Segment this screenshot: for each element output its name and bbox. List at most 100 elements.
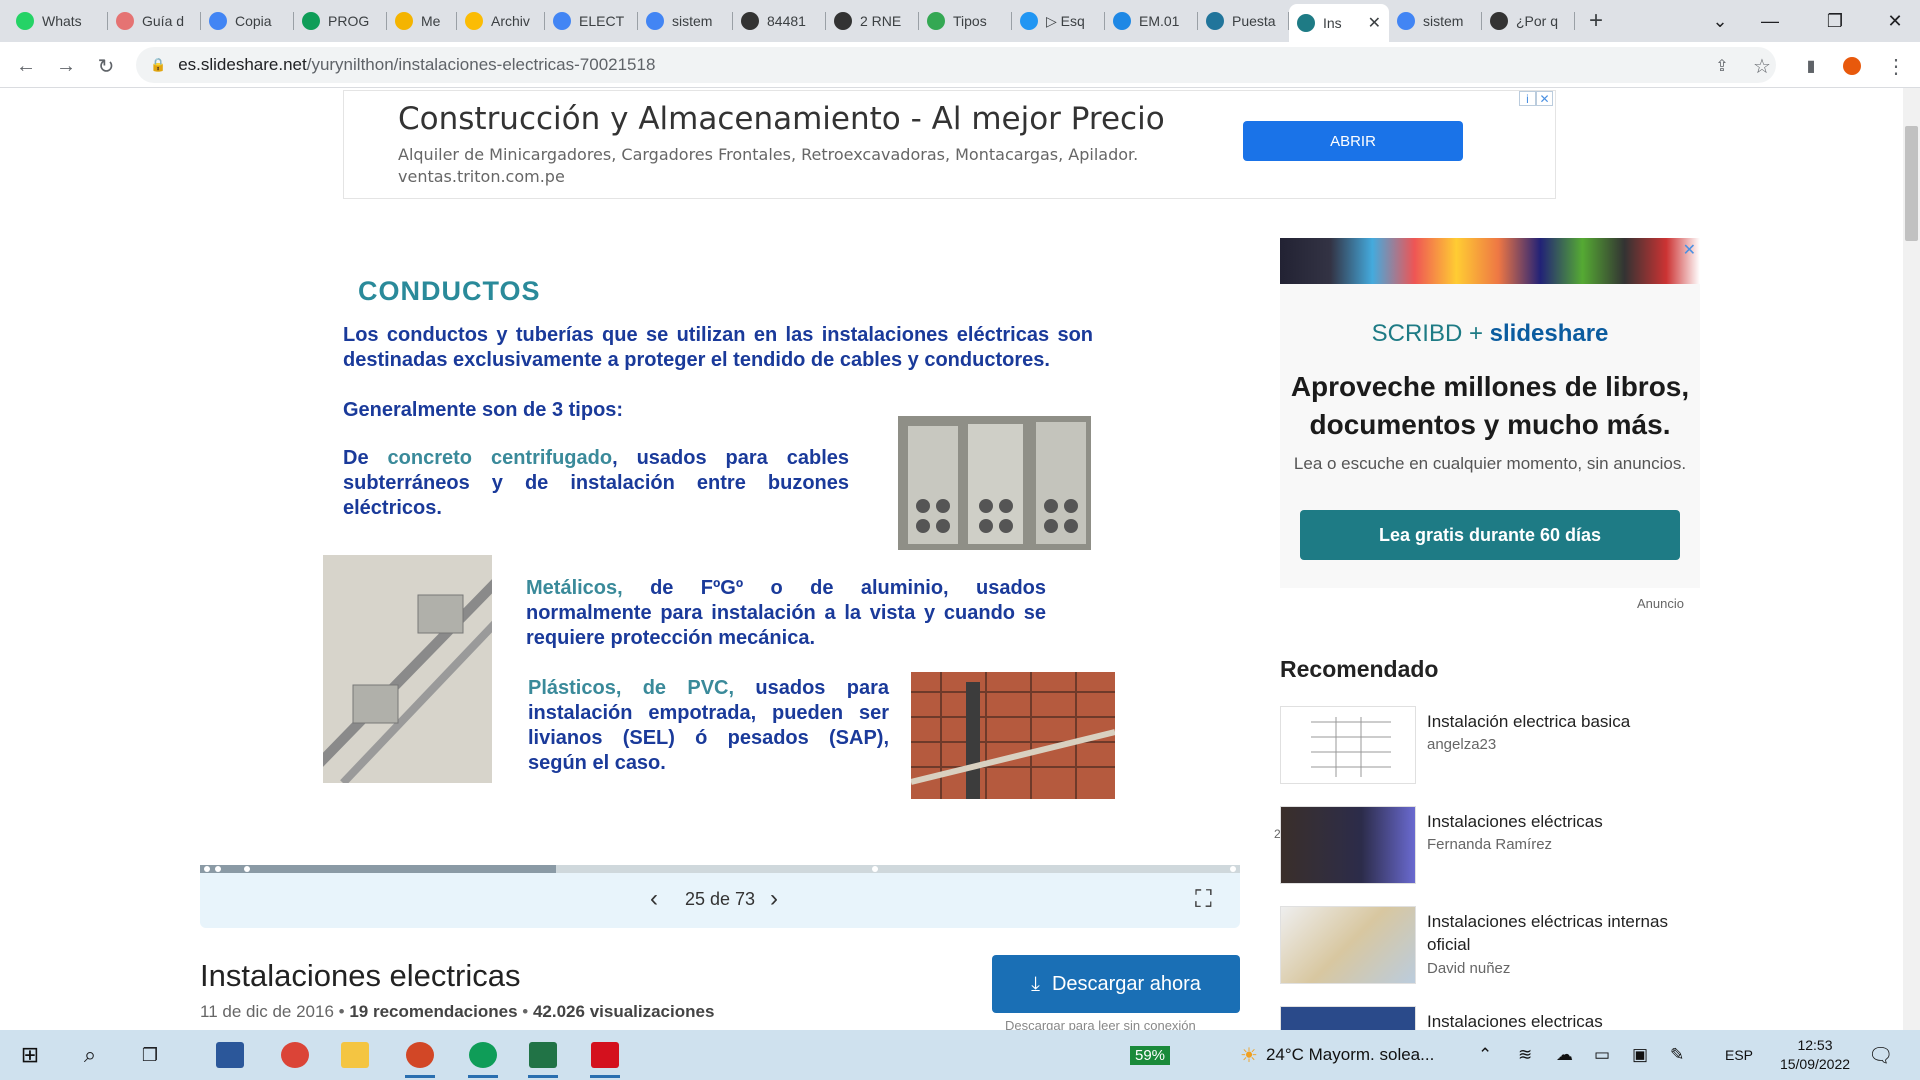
- tab-favicon-icon: [927, 12, 945, 30]
- fullscreen-icon[interactable]: ⛶: [1195, 886, 1212, 914]
- tab-close-icon[interactable]: ✕: [1362, 13, 1381, 33]
- tab-label: Copia: [235, 13, 272, 29]
- browser-tab[interactable]: sistem: [1389, 4, 1482, 38]
- chrome-active-icon[interactable]: [458, 1030, 508, 1080]
- scrollbar-thumb[interactable]: [1905, 126, 1918, 241]
- browser-tab[interactable]: Tipos: [919, 4, 1012, 38]
- weather-widget[interactable]: ☀ 24°C Mayorm. solea...: [1240, 1030, 1434, 1080]
- battery-icon[interactable]: ▭: [1594, 1030, 1610, 1080]
- back-button[interactable]: ←: [10, 50, 42, 82]
- browser-tab[interactable]: Whats: [8, 4, 108, 38]
- profile-avatar[interactable]: [1836, 50, 1868, 82]
- tab-favicon-icon: [116, 12, 134, 30]
- ad-close-icon[interactable]: ✕: [1683, 240, 1696, 260]
- page-scrollbar[interactable]: [1903, 88, 1920, 1030]
- reload-button[interactable]: ↻: [90, 50, 122, 82]
- tab-favicon-icon: [302, 12, 320, 30]
- clock[interactable]: 12:53 15/09/2022: [1765, 1030, 1865, 1080]
- tab-favicon-icon: [465, 12, 483, 30]
- recommendations-count[interactable]: 19 recomendaciones: [349, 1002, 517, 1021]
- clock-time: 12:53: [1797, 1037, 1833, 1053]
- tab-label: 84481: [767, 13, 806, 29]
- bookmark-star-icon[interactable]: ☆: [1746, 50, 1778, 82]
- recommended-item[interactable]: Instalaciones eléctricas Fernanda Ramíre…: [1280, 806, 1700, 886]
- tab-active[interactable]: Ins ✕: [1289, 4, 1389, 42]
- browser-tab[interactable]: EM.01: [1105, 4, 1198, 38]
- recommended-item[interactable]: Instalación electrica basica angelza23: [1280, 706, 1700, 786]
- maximize-button[interactable]: ❐: [1805, 0, 1865, 42]
- adchoices-icon[interactable]: i: [1519, 91, 1536, 106]
- tab-strip: Whats Guía d Copia PROG Me Archiv ELECT sistem 8…: [0, 0, 1920, 42]
- address-bar[interactable]: 🔒 es.slideshare.net/yurynilthon/instalac…: [136, 47, 1776, 83]
- ad-open-button[interactable]: ABRIR: [1243, 121, 1463, 161]
- chevron-up-icon[interactable]: ⌃: [1478, 1030, 1492, 1080]
- recommended-item[interactable]: Instalaciones eléctricas internas oficia…: [1280, 906, 1700, 986]
- previous-slide-chevron-icon[interactable]: ‹: [650, 885, 658, 913]
- metal-conduit-photo: [323, 555, 492, 783]
- tab-favicon-icon: [646, 12, 664, 30]
- excel-app-icon[interactable]: [518, 1030, 568, 1080]
- concrete-ducts-photo: [898, 416, 1091, 550]
- close-window-button[interactable]: ✕: [1865, 0, 1920, 42]
- scribd-slideshare-logo: SCRIBD + slideshare: [1280, 320, 1700, 348]
- recommended-title[interactable]: Instalaciones eléctricas internas oficia…: [1427, 910, 1697, 956]
- search-icon[interactable]: ⌕: [65, 1030, 115, 1080]
- browser-tab[interactable]: Puesta: [1198, 4, 1289, 38]
- recommended-author: Fernanda Ramírez: [1427, 836, 1553, 853]
- web-page: Construcción y Almacenamiento - Al mejor…: [0, 88, 1920, 1030]
- cloud-icon[interactable]: ☁: [1556, 1030, 1573, 1080]
- share-icon[interactable]: ⇪: [1706, 50, 1738, 82]
- pen-icon[interactable]: ✎: [1670, 1030, 1684, 1080]
- slide-viewer[interactable]: CONDUCTOS Los conductos y tuberías que s…: [200, 88, 1287, 868]
- browser-tab[interactable]: Me: [387, 4, 457, 38]
- recommended-item[interactable]: Instalaciones electricas: [1280, 1006, 1700, 1030]
- device-icon[interactable]: ▣: [1632, 1030, 1648, 1080]
- powerpoint-app-icon[interactable]: [395, 1030, 445, 1080]
- browser-tab[interactable]: PROG: [294, 4, 387, 38]
- menu-icon[interactable]: ⋮: [1880, 50, 1912, 82]
- forward-button[interactable]: →: [50, 50, 82, 82]
- tab-favicon-icon: [834, 12, 852, 30]
- ad-close-icon[interactable]: ✕: [1536, 91, 1553, 106]
- scribd-advertisement[interactable]: ✕ SCRIBD + slideshare Aproveche millones…: [1280, 238, 1700, 588]
- recommended-title[interactable]: Instalación electrica basica: [1427, 710, 1697, 733]
- browser-tab[interactable]: Archiv: [457, 4, 545, 38]
- chrome-app-icon[interactable]: [270, 1030, 320, 1080]
- ad-label: Anuncio: [1637, 596, 1684, 611]
- recommended-title[interactable]: Instalaciones eléctricas: [1427, 810, 1697, 833]
- progress-dot: [215, 866, 221, 872]
- new-tab-button[interactable]: +: [1581, 4, 1611, 38]
- browser-tab[interactable]: Copia: [201, 4, 294, 38]
- acrobat-app-icon[interactable]: [580, 1030, 630, 1080]
- browser-tab[interactable]: sistem: [638, 4, 733, 38]
- browser-tab[interactable]: 2 RNE: [826, 4, 919, 38]
- browser-tab[interactable]: ▷ Esq: [1012, 4, 1105, 38]
- slide-progress-bar[interactable]: [200, 865, 1240, 873]
- side-panel-icon[interactable]: ▮: [1795, 50, 1827, 82]
- concrete-ducts-illustration: [898, 416, 1091, 550]
- tab-label: sistem: [1423, 13, 1464, 29]
- tab-label: ¿Por q: [1516, 13, 1559, 29]
- minimize-button[interactable]: —: [1740, 0, 1800, 42]
- browser-tab[interactable]: ¿Por q: [1482, 4, 1575, 38]
- download-now-button[interactable]: ⤓ Descargar ahora: [992, 955, 1240, 1013]
- metal-term: Metálicos,: [526, 577, 623, 599]
- browser-tab[interactable]: Guía d: [108, 4, 201, 38]
- browser-tab[interactable]: 84481: [733, 4, 826, 38]
- notifications-icon[interactable]: 🗨: [1868, 1030, 1893, 1080]
- file-explorer-icon[interactable]: [330, 1030, 380, 1080]
- wifi-icon[interactable]: ≋: [1518, 1030, 1532, 1080]
- browser-tab[interactable]: ELECT: [545, 4, 638, 38]
- tab-label: Whats: [42, 13, 82, 29]
- progress-dot: [204, 866, 210, 872]
- download-label: Descargar ahora: [1051, 972, 1201, 995]
- recommended-title[interactable]: Instalaciones electricas: [1427, 1010, 1697, 1030]
- word-app-icon[interactable]: [205, 1030, 255, 1080]
- next-slide-chevron-icon[interactable]: ›: [770, 885, 778, 913]
- free-trial-button[interactable]: Lea gratis durante 60 días: [1300, 510, 1680, 560]
- language-indicator[interactable]: ESP: [1725, 1030, 1753, 1080]
- start-windows-icon[interactable]: ⊞: [5, 1030, 55, 1080]
- task-view-icon[interactable]: ❐: [125, 1030, 175, 1080]
- battery-indicator[interactable]: 59%: [1130, 1030, 1171, 1080]
- slide-concreto: De concreto centrifugado, usados para ca…: [343, 446, 849, 521]
